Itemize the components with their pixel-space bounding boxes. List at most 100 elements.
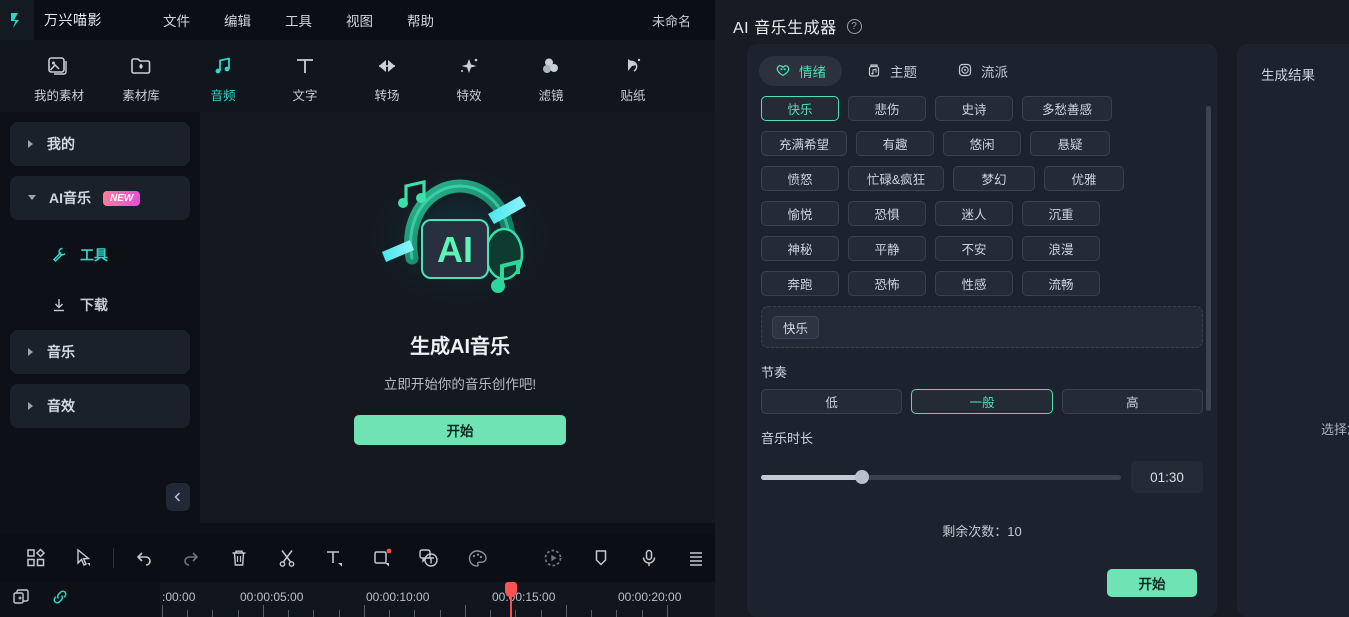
tool-tab-filter[interactable]: 滤镜 bbox=[510, 49, 592, 104]
rhythm-option-normal[interactable]: 一般 bbox=[911, 389, 1052, 414]
delete-trash-icon[interactable] bbox=[215, 543, 263, 573]
left-sidebar: 我的 AI音乐 NEW 工具 bbox=[0, 112, 200, 523]
start-button[interactable]: 开始 bbox=[354, 415, 566, 445]
color-palette-icon[interactable] bbox=[453, 543, 501, 573]
scissors-split-icon[interactable] bbox=[263, 543, 311, 573]
mood-chip[interactable]: 性感 bbox=[935, 271, 1013, 296]
mood-chip[interactable]: 有趣 bbox=[856, 131, 934, 156]
chip-row: 愤怒 忙碌&疯狂 梦幻 优雅 bbox=[761, 166, 1203, 191]
mood-chip[interactable]: 愤怒 bbox=[761, 166, 839, 191]
mood-chip[interactable]: 平静 bbox=[848, 236, 926, 261]
mood-chip[interactable]: 奔跑 bbox=[761, 271, 839, 296]
mood-chip[interactable]: 神秘 bbox=[761, 236, 839, 261]
link-chain-icon[interactable] bbox=[50, 587, 70, 612]
mood-chip[interactable]: 恐惧 bbox=[848, 201, 926, 226]
dialog-body: 情绪 主题 bbox=[715, 44, 1349, 617]
results-title: 生成结果 bbox=[1237, 44, 1349, 84]
mood-chip[interactable]: 迷人 bbox=[935, 201, 1013, 226]
ruler-tick-label: 00:00:15:00 bbox=[492, 590, 555, 604]
sidebar-collapse-button[interactable] bbox=[166, 483, 190, 511]
mood-chip[interactable]: 优雅 bbox=[1044, 166, 1124, 191]
tool-tab-media-library[interactable]: 素材库 bbox=[100, 49, 182, 104]
menu-item-tools[interactable]: 工具 bbox=[268, 6, 329, 34]
menu-item-help[interactable]: 帮助 bbox=[390, 6, 451, 34]
sidebar-item-tools[interactable]: 工具 bbox=[10, 230, 190, 280]
sticker-icon bbox=[621, 53, 645, 79]
tool-tab-effects[interactable]: 特效 bbox=[428, 49, 510, 104]
timeline-track[interactable]: :00:00 00:00:05:00 00:00:10:00 00:00:15:… bbox=[160, 582, 720, 617]
mood-chip[interactable]: 史诗 bbox=[935, 96, 1013, 121]
chip-row: 神秘 平静 不安 浪漫 bbox=[761, 236, 1203, 261]
timeline-left-controls bbox=[0, 582, 160, 617]
add-clip-icon[interactable] bbox=[12, 587, 32, 612]
ai-music-promo-pane: AI 生成AI音乐 立即开始你的音乐创作吧! 开始 bbox=[200, 112, 720, 523]
menu-item-edit[interactable]: 编辑 bbox=[207, 6, 268, 34]
sidebar-group-mine[interactable]: 我的 bbox=[10, 122, 190, 166]
undo-icon[interactable] bbox=[120, 543, 168, 573]
generate-button[interactable]: 开始 bbox=[1107, 569, 1197, 597]
mood-list-scrollbar[interactable] bbox=[1206, 106, 1211, 411]
mood-chip[interactable]: 悬疑 bbox=[1030, 131, 1110, 156]
tab-mood[interactable]: 情绪 bbox=[759, 56, 842, 86]
duration-slider[interactable] bbox=[761, 475, 1121, 480]
mood-chip[interactable]: 多愁善感 bbox=[1022, 96, 1112, 121]
duration-slider-thumb[interactable] bbox=[855, 470, 869, 484]
sidebar-group-label: AI音乐 bbox=[49, 188, 91, 208]
new-badge: NEW bbox=[103, 191, 140, 206]
mood-chip[interactable]: 忙碌&疯狂 bbox=[848, 166, 944, 191]
speech-to-text-icon[interactable] bbox=[405, 543, 453, 573]
tab-theme[interactable]: 主题 bbox=[850, 56, 933, 86]
ruler-tick-label: 00:00:05:00 bbox=[240, 590, 303, 604]
duration-value[interactable]: 01:30 bbox=[1131, 461, 1203, 493]
mood-chip[interactable]: 愉悦 bbox=[761, 201, 839, 226]
pointer-select-icon[interactable] bbox=[60, 543, 108, 573]
tool-tab-transition[interactable]: 转场 bbox=[346, 49, 428, 104]
mood-chip[interactable]: 浪漫 bbox=[1022, 236, 1100, 261]
playhead-knob[interactable] bbox=[505, 582, 517, 597]
chip-row: 充满希望 有趣 悠闲 悬疑 bbox=[761, 131, 1203, 156]
help-circle-icon[interactable]: ? bbox=[847, 19, 862, 34]
mood-chip[interactable]: 沉重 bbox=[1022, 201, 1100, 226]
mood-chip[interactable]: 流畅 bbox=[1022, 271, 1100, 296]
mood-chip[interactable]: 悠闲 bbox=[943, 131, 1021, 156]
prompt-input[interactable]: 快乐 bbox=[761, 306, 1203, 348]
svg-text:AI: AI bbox=[437, 229, 473, 270]
sidebar-group-sound-effects[interactable]: 音效 bbox=[10, 384, 190, 428]
mood-chip[interactable]: 充满希望 bbox=[761, 131, 847, 156]
tab-genre[interactable]: 流派 bbox=[941, 56, 1024, 86]
tool-tab-audio[interactable]: 音频 bbox=[182, 49, 264, 104]
sidebar-group-music[interactable]: 音乐 bbox=[10, 330, 190, 374]
tool-tab-sticker[interactable]: 贴纸 bbox=[592, 49, 674, 104]
grid-shapes-icon[interactable] bbox=[12, 543, 60, 573]
audio-note-icon bbox=[211, 53, 235, 79]
render-preview-icon[interactable] bbox=[530, 543, 578, 573]
category-tabs: 情绪 主题 bbox=[747, 44, 1217, 86]
tool-tab-label: 特效 bbox=[456, 85, 481, 104]
ai-headphones-icon: AI bbox=[360, 162, 560, 312]
menu-item-view[interactable]: 视图 bbox=[329, 6, 390, 34]
mood-chip[interactable]: 梦幻 bbox=[953, 166, 1035, 191]
mood-chip[interactable]: 不安 bbox=[935, 236, 1013, 261]
ruler-tick-label: :00:00 bbox=[162, 590, 195, 604]
mood-chip[interactable]: 快乐 bbox=[761, 96, 839, 121]
playhead[interactable] bbox=[510, 582, 512, 617]
rhythm-option-high[interactable]: 高 bbox=[1062, 389, 1203, 414]
crop-frame-icon[interactable] bbox=[358, 543, 406, 573]
more-menu-icon[interactable] bbox=[672, 543, 720, 573]
sidebar-group-ai-music[interactable]: AI音乐 NEW bbox=[10, 176, 190, 220]
mood-chip[interactable]: 悲伤 bbox=[848, 96, 926, 121]
rhythm-option-low[interactable]: 低 bbox=[761, 389, 902, 414]
mood-chip[interactable]: 恐怖 bbox=[848, 271, 926, 296]
genre-disc-icon bbox=[957, 62, 973, 81]
redo-icon[interactable] bbox=[168, 543, 216, 573]
text-tool-icon[interactable] bbox=[310, 543, 358, 573]
sidebar-item-download[interactable]: 下载 bbox=[10, 280, 190, 330]
menu-item-file[interactable]: 文件 bbox=[146, 6, 207, 34]
tool-tab-my-media[interactable]: 我的素材 bbox=[18, 49, 100, 104]
marker-icon[interactable] bbox=[577, 543, 625, 573]
microphone-icon[interactable] bbox=[625, 543, 673, 573]
prompt-tag[interactable]: 快乐 bbox=[772, 316, 819, 339]
app-logo bbox=[0, 0, 34, 40]
menu-bar: 万兴喵影 文件 编辑 工具 视图 帮助 未命名 bbox=[0, 0, 720, 40]
tool-tab-text[interactable]: 文字 bbox=[264, 49, 346, 104]
